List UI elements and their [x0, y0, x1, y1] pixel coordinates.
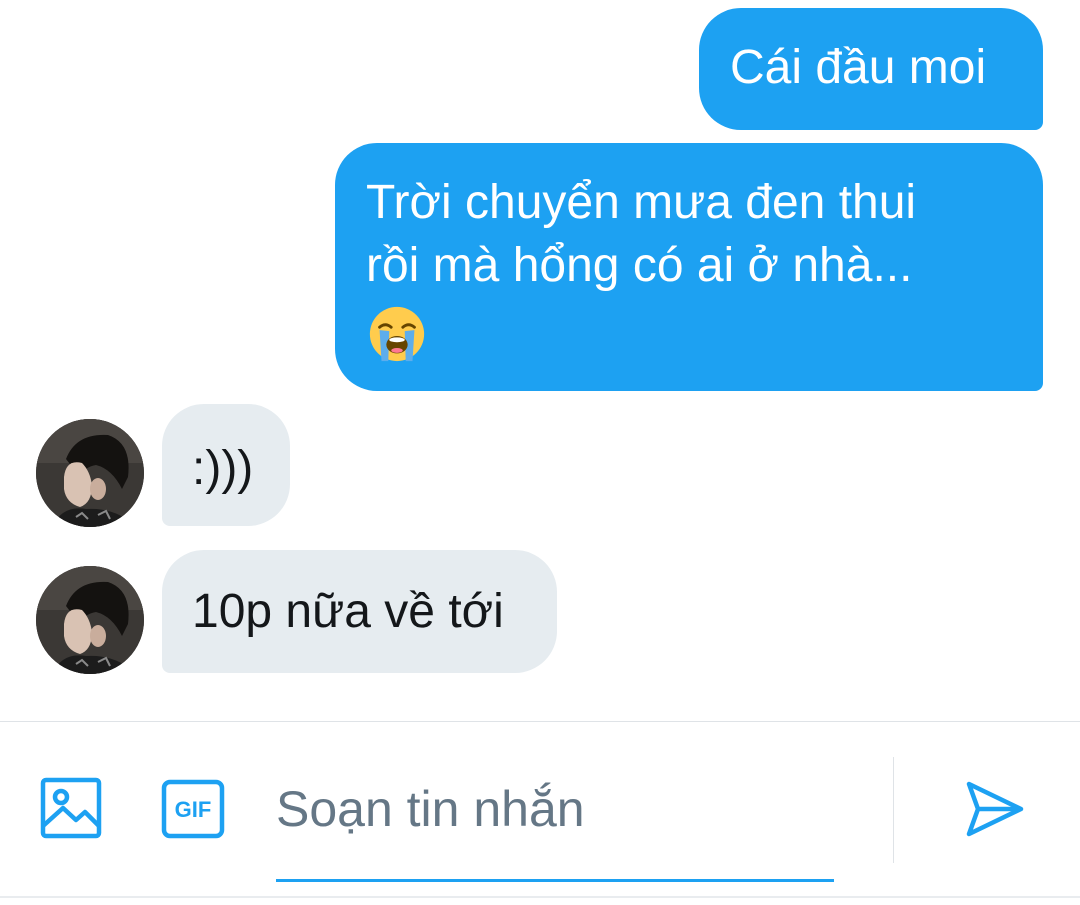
- message-text: 10p nữa về tới: [192, 585, 504, 638]
- message-text: :))): [192, 442, 254, 495]
- send-button[interactable]: [962, 778, 1028, 840]
- gif-label: GIF: [175, 797, 212, 822]
- conversation-screen: Cái đầu moi Trời chuyển mưa đen thui rồi…: [0, 0, 1080, 905]
- avatar[interactable]: [36, 566, 144, 674]
- message-text: Cái đầu moi: [730, 41, 987, 94]
- bottom-edge: [0, 896, 1080, 898]
- sent-message-bubble[interactable]: Cái đầu moi: [699, 8, 1043, 130]
- message-compose-field[interactable]: [276, 770, 834, 882]
- send-separator: [893, 757, 894, 863]
- gif-icon: GIF: [161, 779, 225, 839]
- received-message-bubble[interactable]: 10p nữa về tới: [162, 550, 557, 673]
- add-image-button[interactable]: [38, 775, 104, 841]
- add-gif-button[interactable]: GIF: [160, 778, 226, 840]
- message-input[interactable]: [276, 770, 834, 848]
- loudly-crying-face-emoji: [369, 306, 425, 362]
- message-text-line: rồi mà hổng có ai ở nhà...: [366, 239, 913, 292]
- sent-message-bubble[interactable]: Trời chuyển mưa đen thui rồi mà hổng có …: [335, 143, 1043, 391]
- input-focus-underline: [276, 879, 834, 882]
- composer-divider: [0, 721, 1080, 722]
- received-message-bubble[interactable]: :))): [162, 404, 290, 526]
- send-icon: [966, 781, 1024, 837]
- avatar[interactable]: [36, 419, 144, 527]
- message-text-line: Trời chuyển mưa đen thui: [366, 176, 917, 229]
- image-icon: [40, 777, 102, 839]
